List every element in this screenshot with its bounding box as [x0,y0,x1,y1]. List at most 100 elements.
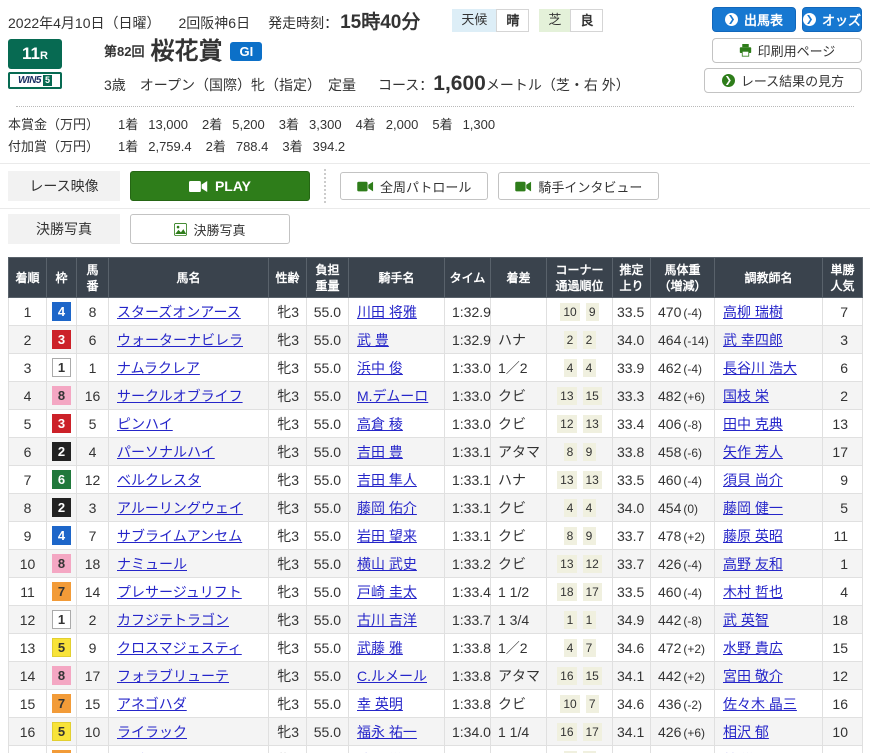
body-weight-value: 462 [658,360,681,376]
horse-name-link[interactable]: ナミュール [117,556,187,572]
corner-position: 4 [583,359,596,377]
jockey-name-link[interactable]: 古川 吉洋 [357,612,417,628]
horse-name-link[interactable]: ウォーターナビレラ [117,332,243,348]
finish-time: 1:32.9 [445,326,491,354]
jockey-name-link[interactable]: M.デムーロ [357,388,428,404]
extra-prize-label: 付加賞（万円） [8,136,118,155]
jockey-name-link[interactable]: 藤岡 佑介 [357,500,417,516]
jockey-name-link[interactable]: 吉田 豊 [357,444,403,460]
jockey-name-link[interactable]: 川田 将雅 [357,304,417,320]
horse-name-link[interactable]: ナムラクレア [117,360,200,376]
trainer-name-link[interactable]: 木村 哲也 [723,584,783,600]
jockey-name-link[interactable]: 横山 武史 [357,556,417,572]
frame-cell: 4 [47,298,77,326]
margin: 1 1/2 [491,578,547,606]
frame-cell: 6 [47,466,77,494]
trainer-name-link[interactable]: 高野 友和 [723,556,783,572]
jockey-name-link[interactable]: 福永 祐一 [357,724,417,740]
body-weight: 436(-2) [651,690,715,718]
jockey-name-link[interactable]: 高倉 稜 [357,416,403,432]
trainer-name-link[interactable]: 長谷川 浩大 [723,360,797,376]
body-weight: 442(-8) [651,606,715,634]
entries-button[interactable]: ❯出馬表 [712,7,796,32]
horse-name-link[interactable]: ピンハイ [117,416,173,432]
start-time-block: 発走時刻：15時40分 [268,7,420,34]
body-weight-diff: (-4) [683,558,702,572]
trainer-name-link[interactable]: 宮田 敬介 [723,668,783,684]
win5-logo-box: 5 [43,75,52,86]
trainer-name-link[interactable]: 高柳 瑞樹 [723,304,783,320]
horse-name-link[interactable]: アネゴハダ [117,696,187,712]
play-video-button[interactable]: PLAY [130,171,310,201]
win-popularity: 12 [823,662,863,690]
prize-place: 2着 [206,139,226,154]
odds-button[interactable]: ❯オッズ [802,7,862,32]
horse-name-cell: スターズオンアース [109,298,269,326]
jockey-name-link[interactable]: 岩田 望来 [357,528,417,544]
prize-amount: 5,200 [232,117,265,132]
finish-time: 1:33.2 [445,550,491,578]
trainer-name-link[interactable]: 武 幸四郎 [723,332,783,348]
patrol-video-button[interactable]: 全周パトロール [340,172,488,200]
result-guide-button[interactable]: ❯レース結果の見方 [704,68,862,93]
jockey-name-link[interactable]: 武藤 雅 [357,640,403,656]
jockey-name-link[interactable]: 戸崎 圭太 [357,584,417,600]
corner-order: 1213 [547,410,613,438]
jockey-name-link[interactable]: 吉田 隼人 [357,472,417,488]
horse-name-link[interactable]: プレサージュリフト [117,584,242,600]
jockey-name-link[interactable]: 浜中 俊 [357,360,403,376]
corner-position: 4 [564,499,577,517]
body-weight: 426(+6) [651,718,715,746]
horse-name-link[interactable]: サブライムアンセム [117,528,242,544]
horse-name-link[interactable]: パーソナルハイ [117,444,215,460]
horse-name-link[interactable]: ベルクレスタ [117,472,201,488]
dotted-divider [16,106,854,107]
jockey-cell: 浜中 俊 [349,354,445,382]
horse-name-link[interactable]: スターズオンアース [117,304,241,320]
jockey-name-link[interactable]: C.ルメール [357,668,427,684]
trainer-name-link[interactable]: 須貝 尚介 [723,472,783,488]
trainer-cell: 林 徹 [715,746,823,753]
frame-badge: 2 [52,498,71,517]
horse-name-link[interactable]: クロスマジェスティ [117,640,242,656]
corner-position: 16 [557,667,576,685]
trainer-cell: 宮田 敬介 [715,662,823,690]
load-weight: 55.0 [307,550,349,578]
horse-name-link[interactable]: サークルオブライフ [117,388,243,404]
horse-number: 6 [77,326,109,354]
print-page-button[interactable]: 印刷用ページ [712,38,862,63]
jockey-name-link[interactable]: 幸 英明 [357,696,403,712]
trainer-name-link[interactable]: 相沢 郁 [723,724,769,740]
horse-name-link[interactable]: アルーリングウェイ [117,500,243,516]
trainer-name-link[interactable]: 田中 克典 [723,416,783,432]
corner-order: 11 [547,606,613,634]
corner-position: 15 [583,667,602,685]
trainer-name-link[interactable]: 国枝 栄 [723,388,769,404]
margin: クビ [491,522,547,550]
finish-time: 1:33.0 [445,382,491,410]
jockey-cell: 武 豊 [349,326,445,354]
horse-name-cell: サブライムアンセム [109,522,269,550]
frame-badge: 6 [52,470,71,489]
trainer-name-link[interactable]: 矢作 芳人 [723,444,783,460]
frame-cell: 8 [47,662,77,690]
trainer-name-link[interactable]: 佐々木 晶三 [723,696,797,712]
finish-position: 12 [9,606,47,634]
jockey-name-link[interactable]: 武 豊 [357,332,389,348]
trainer-name-link[interactable]: 藤原 英昭 [723,528,783,544]
prize-amount: 13,000 [148,117,188,132]
body-weight: 426(-4) [651,550,715,578]
finish-photo-button[interactable]: 決勝写真 [130,214,290,244]
jockey-interview-button[interactable]: 騎手インタビュー [498,172,659,200]
trainer-name-link[interactable]: 水野 貴広 [723,640,783,656]
trainer-name-link[interactable]: 武 英智 [723,612,769,628]
trainer-name-link[interactable]: 藤岡 健一 [723,500,783,516]
last-3f-time: 33.9 [613,354,651,382]
horse-name-link[interactable]: カフジテトラゴン [117,612,229,628]
win-popularity: 1 [823,550,863,578]
horse-name-link[interactable]: ライラック [117,724,187,740]
body-weight-value: 454 [658,500,681,516]
horse-name-link[interactable]: フォラブリューテ [117,668,229,684]
table-row: 15715アネゴハダ牝355.0幸 英明1:33.8クビ10734.6436(-… [9,690,863,718]
table-row: 11714プレサージュリフト牝355.0戸崎 圭太1:33.41 1/21817… [9,578,863,606]
